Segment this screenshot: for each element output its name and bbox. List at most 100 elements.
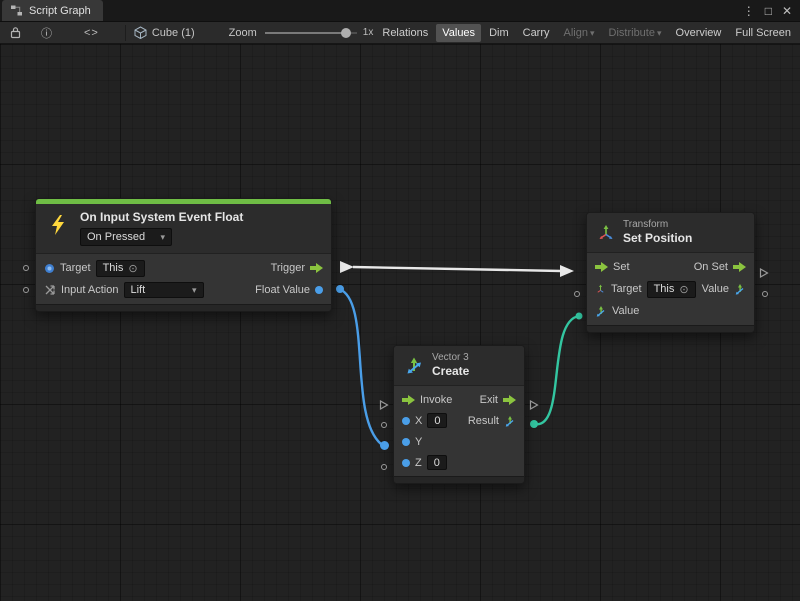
toolbar-buttons: Relations Values Dim Carry Align▾ Distri…: [376, 24, 800, 42]
input-action-dropdown[interactable]: Lift ▾: [124, 282, 204, 298]
node-category: Vector 3: [432, 352, 469, 364]
port-row-inputaction-floatvalue: Input Action Lift ▾ Float Value: [36, 279, 331, 301]
dim-button[interactable]: Dim: [483, 24, 515, 42]
graph-target-selector[interactable]: Cube (1): [134, 26, 195, 39]
port-label-float-value: Float Value: [255, 284, 310, 296]
target-object-field[interactable]: This ⊙: [647, 281, 696, 298]
port-label-target: Target: [60, 262, 91, 274]
zoom-slider-handle[interactable]: [341, 28, 351, 38]
chevron-down-icon: ▾: [192, 285, 197, 296]
chevron-down-icon: ▾: [590, 28, 595, 38]
maximize-icon[interactable]: □: [765, 4, 772, 18]
zoom-label: Zoom: [229, 27, 257, 39]
port-row-target-trigger: Target This ⊙ Trigger: [36, 257, 331, 279]
input-port-circle[interactable]: [574, 291, 580, 297]
input-port-circle[interactable]: [23, 287, 29, 293]
field-value: 0: [434, 457, 440, 469]
port-label-value-out: Value: [702, 283, 729, 295]
target-object-field[interactable]: This ⊙: [96, 260, 145, 277]
object-picker-icon: ⊙: [679, 283, 688, 296]
lightning-icon: [50, 215, 66, 235]
connected-float-port[interactable]: [380, 441, 389, 450]
node-title: Create: [432, 364, 469, 379]
x-value-input[interactable]: 0: [427, 413, 447, 428]
graph-canvas[interactable]: On Input System Event Float On Pressed ▾…: [0, 44, 800, 601]
carry-button[interactable]: Carry: [517, 24, 556, 42]
window-menu-icon[interactable]: ⋮: [743, 4, 755, 18]
node-category: Transform: [623, 219, 692, 231]
output-port-circle[interactable]: [762, 291, 768, 297]
flow-port-triangle[interactable]: [379, 400, 389, 410]
info-icon[interactable]: ⓘ: [37, 25, 56, 41]
flow-output-port-icon[interactable]: [733, 262, 746, 272]
overview-button[interactable]: Overview: [670, 24, 728, 42]
distribute-dropdown-button[interactable]: Distribute▾: [603, 24, 668, 42]
flow-port-triangle[interactable]: [529, 400, 539, 410]
node-title: On Input System Event Float: [80, 210, 321, 224]
object-picker-icon: ⊙: [128, 262, 137, 275]
graph-toolbar: ⓘ <> Cube (1) Zoom 1x Relations Values D…: [0, 22, 800, 44]
node-vector3-create[interactable]: Vector 3 Create Invoke Exit X 0: [393, 345, 525, 484]
float-input-port[interactable]: [402, 417, 410, 425]
vector-wire-result-to-value: [530, 313, 583, 429]
vector3-port-icon[interactable]: [595, 305, 607, 317]
tab-script-graph[interactable]: Script Graph: [2, 0, 103, 21]
vector3-port-icon[interactable]: [734, 283, 746, 295]
float-input-port[interactable]: [402, 438, 410, 446]
port-label-target: Target: [611, 283, 642, 295]
input-port-circle[interactable]: [381, 464, 387, 470]
z-value-input[interactable]: 0: [427, 455, 447, 470]
input-port-circle[interactable]: [23, 265, 29, 271]
port-label-exit: Exit: [480, 394, 498, 406]
port-label-z: Z: [415, 457, 422, 469]
port-label-invoke: Invoke: [420, 394, 452, 406]
input-port-circle[interactable]: [381, 422, 387, 428]
float-output-port[interactable]: [315, 286, 323, 294]
zoom-slider-fill: [265, 32, 346, 34]
node-transform-set-position[interactable]: Transform Set Position Set On Set: [586, 212, 755, 333]
flow-output-port-icon[interactable]: [503, 395, 516, 405]
lock-icon[interactable]: [6, 26, 25, 39]
script-graph-icon: [10, 4, 23, 17]
flow-output-port-icon[interactable]: [310, 263, 323, 273]
distribute-label: Distribute: [609, 27, 655, 39]
chevron-down-icon: ▾: [657, 28, 662, 38]
flow-port-triangle[interactable]: [759, 268, 769, 278]
port-label-on-set: On Set: [694, 261, 728, 273]
toolbar-divider: [125, 25, 126, 41]
event-mode-dropdown[interactable]: On Pressed ▾: [80, 228, 172, 246]
code-view-icon[interactable]: <>: [80, 27, 103, 39]
node-footer: [394, 476, 524, 483]
transform-icon: [597, 224, 615, 242]
zoom-slider[interactable]: [265, 27, 357, 39]
float-wire-floatvalue-to-y: [336, 285, 381, 444]
port-label-x: X: [415, 415, 422, 427]
graph-target-label: Cube (1): [152, 27, 195, 39]
window-controls: ⋮ □ ✕: [743, 0, 800, 21]
port-row-invoke-exit: Invoke Exit: [394, 389, 524, 410]
node-header[interactable]: Transform Set Position: [587, 213, 754, 253]
relations-button[interactable]: Relations: [376, 24, 434, 42]
node-footer: [587, 325, 754, 332]
dropdown-value: Lift: [131, 284, 146, 296]
port-row-z: Z 0: [394, 452, 524, 473]
node-on-input-system-event-float[interactable]: On Input System Event Float On Pressed ▾…: [35, 198, 332, 312]
port-label-y: Y: [415, 436, 422, 448]
port-label-trigger: Trigger: [271, 262, 305, 274]
align-dropdown-button[interactable]: Align▾: [558, 24, 601, 42]
port-row-x-result: X 0 Result: [394, 410, 524, 431]
port-row-y: Y: [394, 431, 524, 452]
tab-bar: Script Graph ⋮ □ ✕: [0, 0, 800, 22]
port-label-value-in: Value: [612, 305, 639, 317]
float-input-port[interactable]: [402, 459, 410, 467]
node-header[interactable]: On Input System Event Float On Pressed ▾: [36, 204, 331, 254]
values-button[interactable]: Values: [436, 24, 481, 42]
flow-input-port-icon[interactable]: [402, 395, 415, 405]
cube-icon: [134, 26, 147, 39]
fullscreen-button[interactable]: Full Screen: [729, 24, 797, 42]
vector3-port-icon[interactable]: [504, 415, 516, 427]
node-header[interactable]: Vector 3 Create: [394, 346, 524, 386]
close-icon[interactable]: ✕: [782, 4, 792, 18]
flow-input-port-icon[interactable]: [595, 262, 608, 272]
field-value: This: [103, 262, 124, 274]
